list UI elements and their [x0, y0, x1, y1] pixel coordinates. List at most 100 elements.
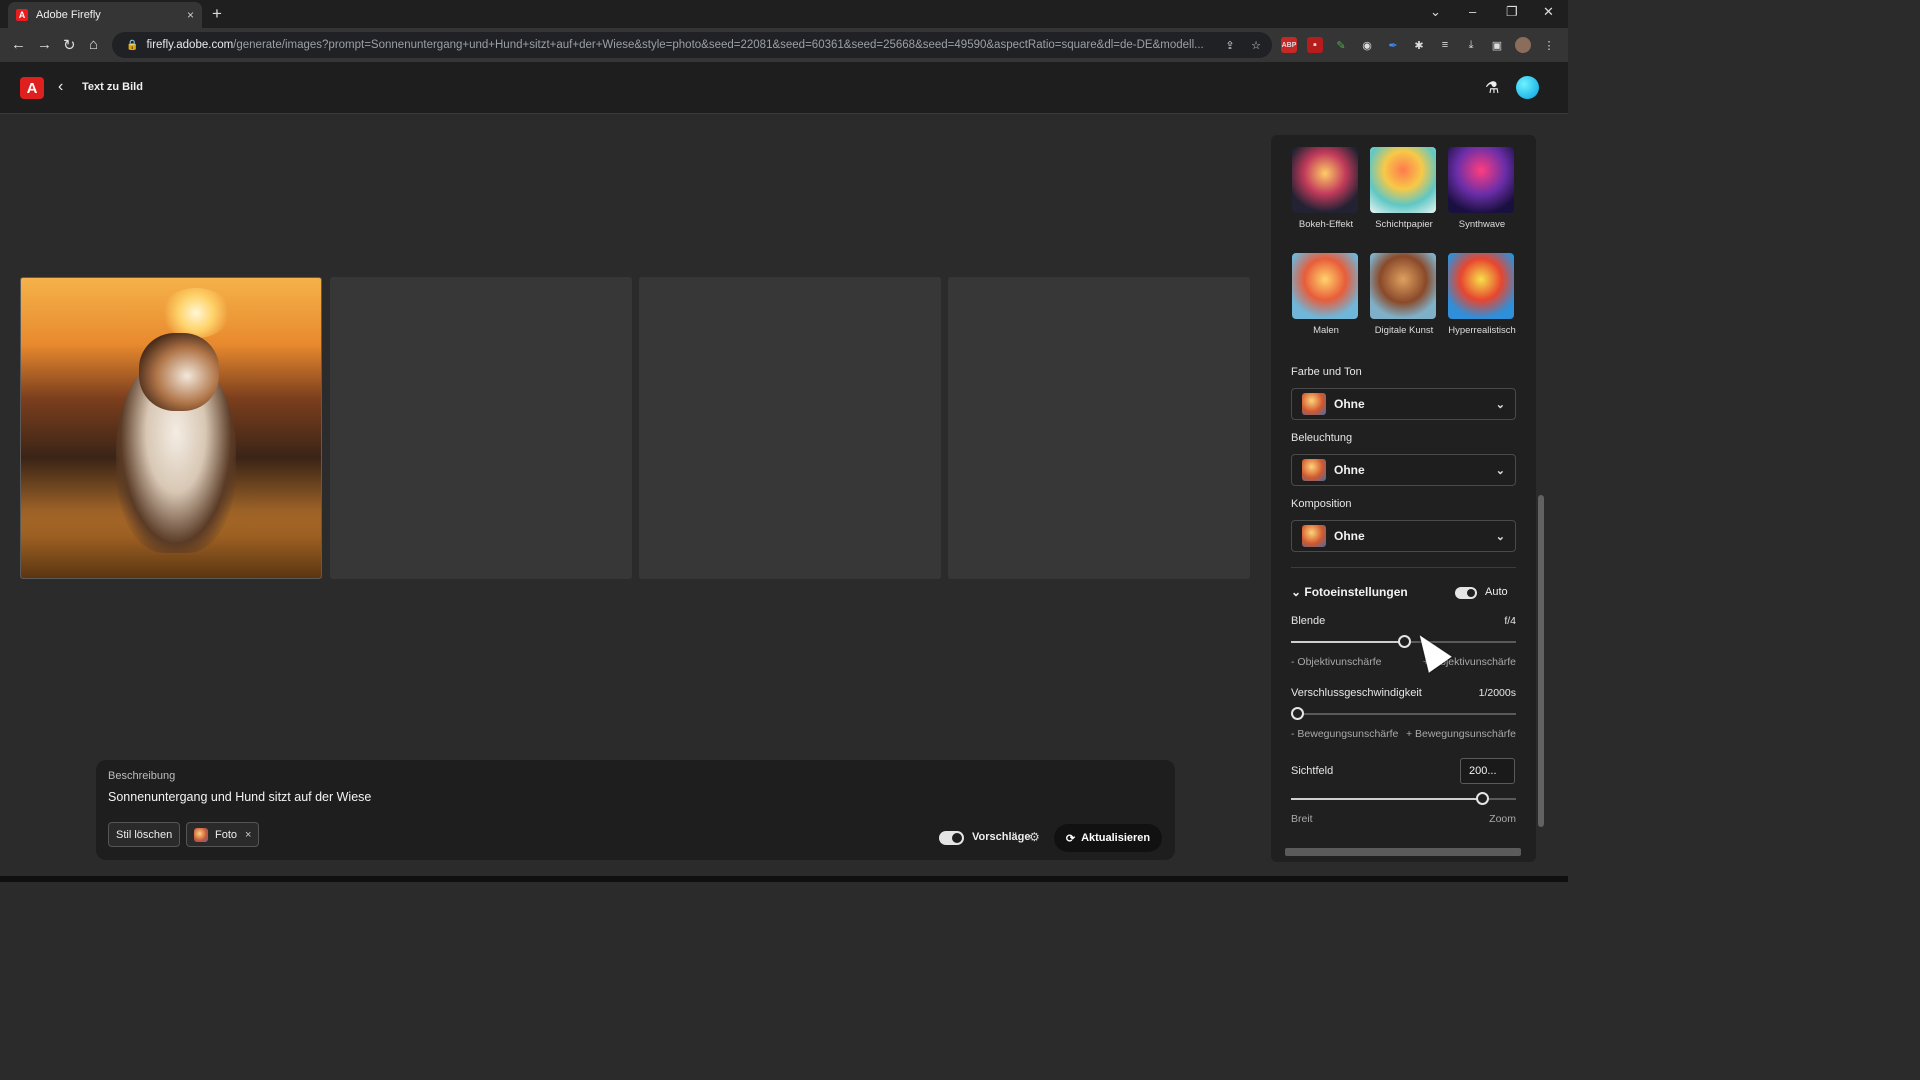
new-tab-button[interactable]: +	[212, 4, 222, 24]
digital-art-thumb	[1370, 253, 1436, 319]
settings-panel: Bokeh-Effekt Schichtpapier Synthwave Mal…	[1271, 135, 1536, 862]
panel-horizontal-scrollbar[interactable]	[1273, 846, 1533, 858]
dropdown-value: Ohne	[1334, 397, 1365, 411]
bokeh-thumb	[1292, 147, 1358, 213]
slider-knob[interactable]	[1476, 792, 1489, 805]
aperture-slider[interactable]	[1291, 635, 1516, 648]
address-bar[interactable]: 🔒 firefly.adobe.com /generate/images?pro…	[112, 32, 1272, 58]
hyperrealistic-thumb	[1448, 253, 1514, 319]
camera-extension-icon[interactable]: ◉	[1359, 37, 1375, 53]
shutter-label: Verschlussgeschwindigkeit	[1291, 687, 1422, 699]
lighting-label: Beleuchtung	[1291, 432, 1353, 444]
style-card-bokeh[interactable]: Bokeh-Effekt	[1292, 147, 1360, 230]
avatar[interactable]	[1516, 76, 1539, 99]
restore-icon[interactable]: ❐	[1506, 4, 1518, 20]
style-card-layered-paper[interactable]: Schichtpapier	[1370, 147, 1438, 230]
url-host: firefly.adobe.com	[146, 39, 234, 51]
flask-icon[interactable]: ⚗	[1485, 78, 1499, 98]
browser-tab[interactable]: A Adobe Firefly ×	[8, 2, 202, 28]
color-tone-label: Farbe und Ton	[1291, 366, 1362, 378]
close-window-icon[interactable]: ✕	[1543, 4, 1554, 20]
bookmark-star-icon[interactable]: ☆	[1248, 37, 1264, 53]
chevron-down-icon: ⌄	[1495, 398, 1505, 411]
sun-glow	[161, 288, 231, 338]
extension-red-icon[interactable]: ▪	[1307, 37, 1323, 53]
chevron-down-icon: ⌄	[1495, 530, 1505, 543]
media-queue-icon[interactable]: ≡	[1437, 37, 1453, 53]
style-card-synthwave[interactable]: Synthwave	[1448, 147, 1516, 230]
dropdown-thumb	[1302, 393, 1326, 415]
adblock-extension-icon[interactable]: ABP	[1281, 37, 1297, 53]
style-card-hyperrealistic[interactable]: Hyperrealistisch	[1448, 253, 1516, 336]
remove-chip-icon[interactable]: ×	[245, 829, 251, 841]
generated-image-2-placeholder[interactable]	[330, 277, 632, 579]
synthwave-thumb	[1448, 147, 1514, 213]
style-chip-label: Foto	[215, 828, 238, 841]
scrollbar-thumb[interactable]	[1285, 848, 1521, 856]
shutter-value: 1/2000s	[1478, 687, 1516, 699]
pen-extension-icon[interactable]: ✒	[1385, 37, 1401, 53]
panel-vertical-scrollbar[interactable]	[1536, 137, 1546, 844]
chevron-down-icon: ⌄	[1495, 464, 1505, 477]
dropdown-value: Ohne	[1334, 529, 1365, 543]
composition-dropdown[interactable]: Ohne ⌄	[1291, 520, 1516, 552]
generated-image-1[interactable]	[20, 277, 322, 579]
menu-dots-icon[interactable]: ⋮	[1541, 37, 1557, 53]
tab-search-icon[interactable]: ⌄	[1430, 4, 1441, 20]
prompt-label: Beschreibung	[108, 770, 176, 782]
style-card-label: Schichtpapier	[1375, 219, 1433, 230]
bottom-strip	[0, 876, 1568, 882]
aperture-value: f/4	[1504, 615, 1516, 627]
style-card-label: Digitale Kunst	[1374, 325, 1434, 336]
extensions-puzzle-icon[interactable]: ✱	[1411, 37, 1427, 53]
download-icon[interactable]: ⤓	[1463, 37, 1479, 53]
clear-style-button[interactable]: Stil löschen	[108, 822, 181, 847]
photo-settings-header[interactable]: ⌄ Fotoeinstellungen	[1291, 585, 1408, 599]
fov-input[interactable]: 200...	[1460, 758, 1515, 784]
back-icon[interactable]: ←	[11, 36, 26, 53]
suggestions-settings-icon[interactable]: ⚙	[1029, 830, 1040, 844]
forward-icon[interactable]: →	[37, 36, 52, 53]
reload-icon[interactable]: ↻	[63, 36, 76, 54]
dropdown-value: Ohne	[1334, 463, 1365, 477]
prompt-input[interactable]: Sonnenuntergang und Hund sitzt auf der W…	[108, 790, 371, 804]
painting-thumb	[1292, 253, 1358, 319]
browser-toolbar: ← → ↻ ⌂ 🔒 firefly.adobe.com /generate/im…	[0, 28, 1568, 62]
generated-image-4-placeholder[interactable]	[948, 277, 1250, 579]
adobe-favicon-icon: A	[16, 9, 28, 21]
style-card-painting[interactable]: Malen	[1292, 253, 1360, 336]
profile-avatar-icon[interactable]	[1515, 37, 1531, 53]
update-button[interactable]: ⟳ Aktualisieren	[1054, 824, 1162, 852]
photo-style-thumb	[194, 827, 208, 842]
url-path: /generate/images?prompt=Sonnenuntergang+…	[233, 39, 1204, 51]
lock-icon: 🔒	[126, 39, 139, 51]
style-card-label: Hyperrealistisch	[1448, 325, 1516, 336]
style-chip-photo[interactable]: Foto ×	[186, 822, 260, 847]
back-chevron-icon[interactable]: ‹	[58, 78, 63, 96]
shutter-max-hint: + Bewegungsunschärfe	[1405, 728, 1516, 740]
sidebar-icon[interactable]: ▣	[1489, 37, 1505, 53]
dropdown-thumb	[1302, 525, 1326, 547]
fov-slider[interactable]	[1291, 792, 1516, 805]
color-tone-dropdown[interactable]: Ohne ⌄	[1291, 388, 1516, 420]
scrollbar-thumb[interactable]	[1538, 495, 1544, 827]
update-button-label: Aktualisieren	[1081, 832, 1151, 844]
shutter-slider[interactable]	[1291, 707, 1516, 720]
style-card-digital-art[interactable]: Digitale Kunst	[1370, 253, 1438, 336]
auto-toggle[interactable]	[1455, 587, 1477, 599]
share-icon[interactable]: ⇪	[1222, 37, 1238, 53]
composition-label: Komposition	[1291, 498, 1352, 510]
tab-close-icon[interactable]: ×	[187, 8, 194, 22]
slider-knob[interactable]	[1291, 707, 1304, 720]
suggestions-toggle[interactable]	[939, 831, 964, 845]
fov-min-hint: Breit	[1291, 813, 1313, 825]
home-icon[interactable]: ⌂	[89, 36, 98, 53]
adobe-logo-icon[interactable]: A	[20, 77, 44, 99]
style-card-label: Malen	[1313, 325, 1339, 336]
minimize-icon[interactable]: –	[1469, 4, 1476, 19]
generated-image-3-placeholder[interactable]	[639, 277, 941, 579]
lighting-dropdown[interactable]: Ohne ⌄	[1291, 454, 1516, 486]
style-card-label: Bokeh-Effekt	[1298, 219, 1354, 230]
extension-green-icon[interactable]: ✎	[1333, 37, 1349, 53]
app-header: A ‹ Text zu Bild ⚗	[0, 62, 1568, 114]
